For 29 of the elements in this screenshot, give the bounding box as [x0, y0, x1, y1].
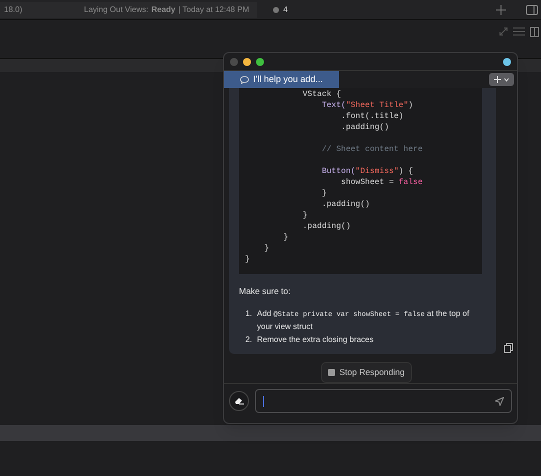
- split-icon[interactable]: [530, 27, 539, 37]
- activity-time: | Today at 12:48 PM: [178, 4, 250, 16]
- list-number: 2.: [244, 334, 252, 346]
- code-block: VStack { Text("Sheet Title") .font(.title) .padding() // Sheet content here Button("Dismiss") { showSheet = false } .padding() } .padding() } } }: [239, 88, 482, 274]
- send-icon[interactable]: [495, 396, 504, 406]
- stop-responding-button[interactable]: Stop Responding: [321, 362, 412, 383]
- scheme-label: 18.0): [0, 2, 84, 18]
- activity-state: Ready: [151, 4, 176, 16]
- message-input[interactable]: [255, 389, 512, 414]
- zoom-button[interactable]: [256, 58, 264, 66]
- copy-icon[interactable]: [504, 342, 513, 353]
- chevron-down-icon: [504, 78, 509, 82]
- minimize-button[interactable]: [243, 58, 251, 66]
- message-text: Make sure to:: [239, 285, 292, 298]
- issue-icon[interactable]: [273, 6, 280, 12]
- add-icon[interactable]: [496, 4, 506, 14]
- text-cursor: [263, 396, 264, 407]
- list-item-text: Remove the extra closing braces: [257, 334, 374, 346]
- stop-icon: [328, 368, 336, 376]
- sidebar-icon[interactable]: [526, 4, 538, 14]
- plus-icon: [494, 76, 501, 83]
- new-chat-button[interactable]: [489, 73, 514, 86]
- issue-count: 4: [283, 4, 288, 16]
- list-number: 1.: [244, 308, 252, 320]
- clear-button[interactable]: [229, 391, 249, 412]
- speech-bubble-icon: [240, 76, 250, 84]
- chat-tab[interactable]: I'll help you add...: [224, 71, 339, 88]
- activity-label: Laying Out Views:: [84, 4, 148, 16]
- eraser-icon: [234, 397, 244, 406]
